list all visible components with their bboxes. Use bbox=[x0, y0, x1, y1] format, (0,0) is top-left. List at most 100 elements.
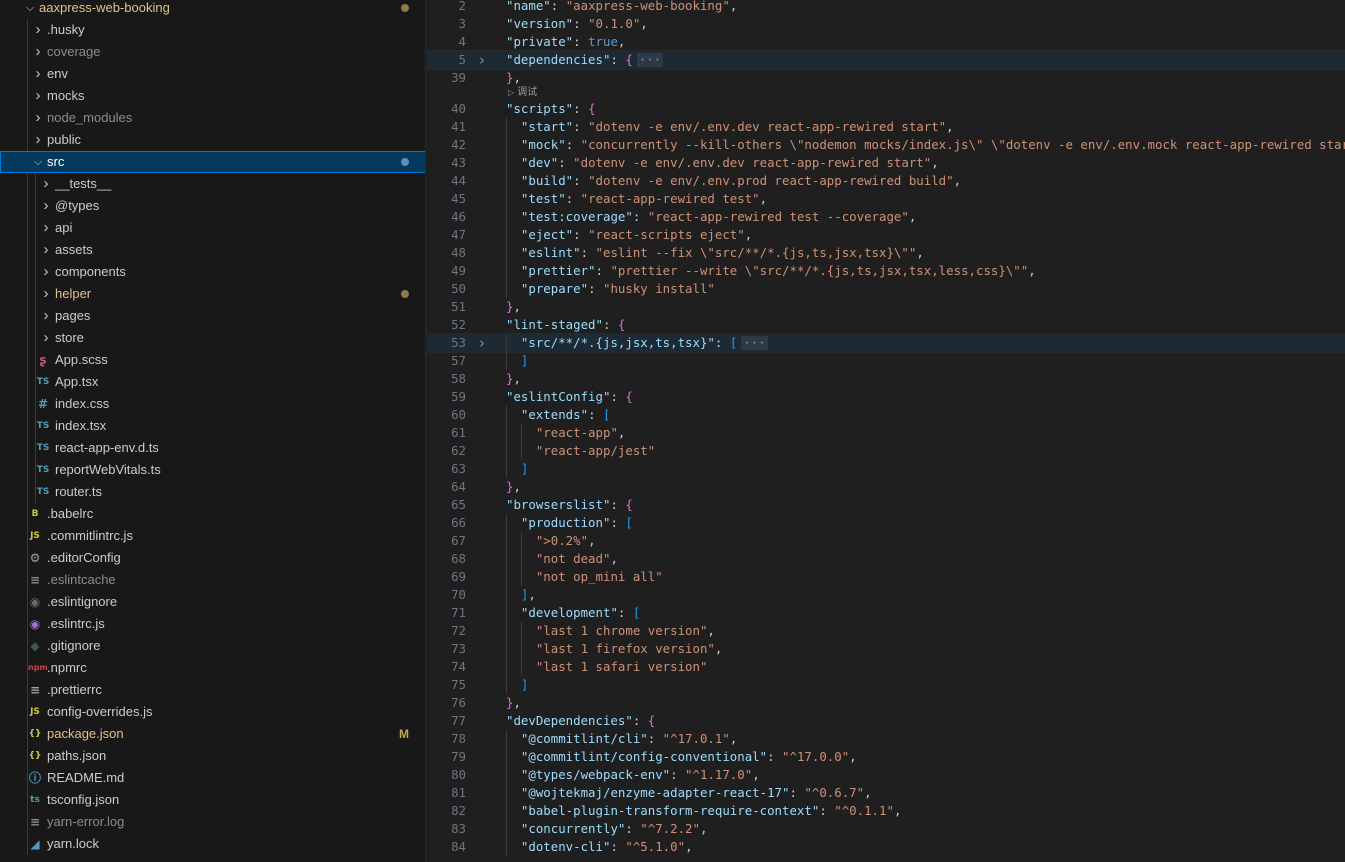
folder-aaxpress-web-booking[interactable]: ⌵ aaxpress-web-booking bbox=[0, 0, 425, 19]
file-commitlintrc-js[interactable]: JS .commitlintrc.js bbox=[0, 525, 425, 547]
file-index-tsx[interactable]: TS index.tsx bbox=[0, 415, 425, 437]
code-line[interactable]: 4 "private": true, bbox=[427, 33, 1345, 51]
code-line[interactable]: 65 "browserslist": { bbox=[427, 496, 1345, 514]
file-eslintrc-js[interactable]: ◉ .eslintrc.js bbox=[0, 613, 425, 635]
folder-helper[interactable]: › helper bbox=[0, 283, 425, 305]
code-line[interactable]: 73 "last 1 firefox version", bbox=[427, 640, 1345, 658]
folder-components[interactable]: › components bbox=[0, 261, 425, 283]
code-editor[interactable]: ▷ 调试 2 "name": "aaxpress-web-booking", 3 "ve… bbox=[427, 0, 1345, 862]
code-line[interactable]: 44 "build": "dotenv -e env/.env.prod rea… bbox=[427, 172, 1345, 190]
folder-mocks[interactable]: › mocks bbox=[0, 85, 425, 107]
code-line[interactable]: 50 "prepare": "husky install" bbox=[427, 280, 1345, 298]
file-yarn-error-log[interactable]: ≡ yarn-error.log bbox=[0, 811, 425, 833]
chevron-right-icon[interactable]: › bbox=[40, 283, 52, 305]
code-line[interactable]: 39}, bbox=[427, 69, 1345, 87]
chevron-right-icon[interactable]: › bbox=[40, 261, 52, 283]
chevron-right-icon[interactable]: › bbox=[40, 195, 52, 217]
folder-assets[interactable]: › assets bbox=[0, 239, 425, 261]
code-line[interactable]: 75 ] bbox=[427, 676, 1345, 694]
code-line[interactable]: 46 "test:coverage": "react-app-rewired t… bbox=[427, 208, 1345, 226]
code-line[interactable]: 84 "dotenv-cli": "^5.1.0", bbox=[427, 838, 1345, 856]
file-eslintcache[interactable]: ≡ .eslintcache bbox=[0, 569, 425, 591]
code-line[interactable]: 77 "devDependencies": { bbox=[427, 712, 1345, 730]
code-line[interactable]: 80 "@types/webpack-env": "^1.17.0", bbox=[427, 766, 1345, 784]
code-line[interactable]: 47 "eject": "react-scripts eject", bbox=[427, 226, 1345, 244]
file-editorconfig[interactable]: ⚙ .editorConfig bbox=[0, 547, 425, 569]
fold-chevron-icon[interactable]: › bbox=[476, 51, 488, 69]
code-line[interactable]: 42 "mock": "concurrently --kill-others \… bbox=[427, 136, 1345, 154]
code-line[interactable]: 3 "version": "0.1.0", bbox=[427, 15, 1345, 33]
file-babelrc[interactable]: B .babelrc bbox=[0, 503, 425, 525]
code-line[interactable]: 74 "last 1 safari version" bbox=[427, 658, 1345, 676]
code-line[interactable]: 66 "production": [ bbox=[427, 514, 1345, 532]
file-config-overrides-js[interactable]: JS config-overrides.js bbox=[0, 701, 425, 723]
chevron-right-icon[interactable]: › bbox=[40, 327, 52, 349]
code-line[interactable]: 45 "test": "react-app-rewired test", bbox=[427, 190, 1345, 208]
folder-tests[interactable]: › __tests__ bbox=[0, 173, 425, 195]
code-line[interactable]: 68 "not dead", bbox=[427, 550, 1345, 568]
chevron-down-icon[interactable]: ⌵ bbox=[32, 151, 44, 173]
chevron-right-icon[interactable]: › bbox=[32, 63, 44, 85]
chevron-right-icon[interactable]: › bbox=[32, 85, 44, 107]
code-line[interactable]: 72 "last 1 chrome version", bbox=[427, 622, 1345, 640]
folder-store[interactable]: › store bbox=[0, 327, 425, 349]
code-line[interactable]: 69 "not op_mini all" bbox=[427, 568, 1345, 586]
code-line[interactable]: 58}, bbox=[427, 370, 1345, 388]
code-line[interactable]: 40 "scripts": { bbox=[427, 100, 1345, 118]
code-line[interactable]: 49 "prettier": "prettier --write \"src/*… bbox=[427, 262, 1345, 280]
file-reportwebvitals-ts[interactable]: TS reportWebVitals.ts bbox=[0, 459, 425, 481]
fold-chevron-icon[interactable]: › bbox=[476, 334, 488, 352]
chevron-right-icon[interactable]: › bbox=[40, 173, 52, 195]
file-package-json[interactable]: {} package.json M bbox=[0, 723, 425, 745]
code-line[interactable]: 52 "lint-staged": { bbox=[427, 316, 1345, 334]
folded-ellipsis[interactable]: ··· bbox=[741, 336, 768, 350]
code-line[interactable]: 78 "@commitlint/cli": "^17.0.1", bbox=[427, 730, 1345, 748]
file-router-ts[interactable]: TS router.ts bbox=[0, 481, 425, 503]
file-tsconfig-json[interactable]: ts tsconfig.json bbox=[0, 789, 425, 811]
file-app-scss[interactable]: ʂ App.scss bbox=[0, 349, 425, 371]
code-line[interactable]: 57 ] bbox=[427, 352, 1345, 370]
code-line[interactable]: 81 "@wojtekmaj/enzyme-adapter-react-17":… bbox=[427, 784, 1345, 802]
file-readme-md[interactable]: ⓘ README.md bbox=[0, 767, 425, 789]
code-line[interactable]: 64}, bbox=[427, 478, 1345, 496]
code-line[interactable]: 82 "babel-plugin-transform-require-conte… bbox=[427, 802, 1345, 820]
code-line[interactable]: 48 "eslint": "eslint --fix \"src/**/*.{j… bbox=[427, 244, 1345, 262]
file-eslintignore[interactable]: ◉ .eslintignore bbox=[0, 591, 425, 613]
folder-api[interactable]: › api bbox=[0, 217, 425, 239]
folder-types[interactable]: › @types bbox=[0, 195, 425, 217]
file-paths-json[interactable]: {} paths.json bbox=[0, 745, 425, 767]
chevron-right-icon[interactable]: › bbox=[40, 217, 52, 239]
folder-husky[interactable]: › .husky bbox=[0, 19, 425, 41]
code-line[interactable]: 51}, bbox=[427, 298, 1345, 316]
folded-ellipsis[interactable]: ··· bbox=[636, 53, 664, 67]
chevron-right-icon[interactable]: › bbox=[32, 107, 44, 129]
folder-pages[interactable]: › pages bbox=[0, 305, 425, 327]
folder-node-modules[interactable]: › node_modules bbox=[0, 107, 425, 129]
debug-codelens[interactable]: ▷ 调试 bbox=[508, 86, 537, 100]
folder-coverage[interactable]: › coverage bbox=[0, 41, 425, 63]
file-app-tsx[interactable]: TS App.tsx bbox=[0, 371, 425, 393]
code-line[interactable]: 53 › "src/**/*.{js,jsx,ts,tsx}": [··· bbox=[427, 333, 1345, 353]
file-yarn-lock[interactable]: ◢ yarn.lock bbox=[0, 833, 425, 855]
chevron-right-icon[interactable]: › bbox=[40, 239, 52, 261]
code-line[interactable]: 71 "development": [ bbox=[427, 604, 1345, 622]
chevron-right-icon[interactable]: › bbox=[40, 305, 52, 327]
code-line[interactable]: 70 ], bbox=[427, 586, 1345, 604]
code-line[interactable]: 76}, bbox=[427, 694, 1345, 712]
code-line[interactable]: 79 "@commitlint/config-conventional": "^… bbox=[427, 748, 1345, 766]
file-index-css[interactable]: # index.css bbox=[0, 393, 425, 415]
code-line[interactable]: 63 ] bbox=[427, 460, 1345, 478]
folder-src[interactable]: ⌵ src bbox=[0, 151, 425, 173]
chevron-down-icon[interactable]: ⌵ bbox=[24, 0, 36, 19]
file-react-app-env-d-ts[interactable]: TS react-app-env.d.ts bbox=[0, 437, 425, 459]
code-line[interactable]: 5 › "dependencies": {··· bbox=[427, 50, 1345, 70]
code-line[interactable]: 60 "extends": [ bbox=[427, 406, 1345, 424]
file-gitignore[interactable]: ◆ .gitignore bbox=[0, 635, 425, 657]
folder-env[interactable]: › env bbox=[0, 63, 425, 85]
chevron-right-icon[interactable]: › bbox=[32, 41, 44, 63]
code-line[interactable]: 83 "concurrently": "^7.2.2", bbox=[427, 820, 1345, 838]
chevron-right-icon[interactable]: › bbox=[32, 129, 44, 151]
folder-public[interactable]: › public bbox=[0, 129, 425, 151]
code-line[interactable]: 61 "react-app", bbox=[427, 424, 1345, 442]
code-line[interactable]: 41 "start": "dotenv -e env/.env.dev reac… bbox=[427, 118, 1345, 136]
